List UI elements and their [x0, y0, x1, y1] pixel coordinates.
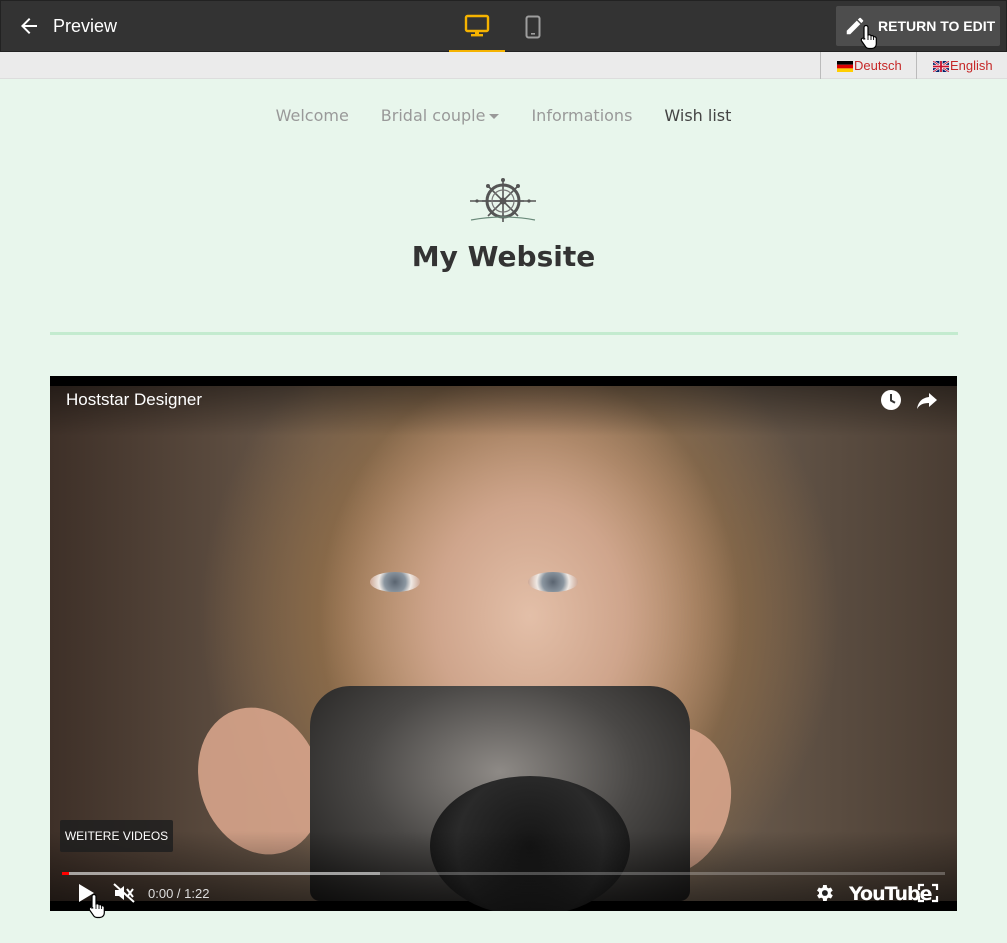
nav-item-welcome[interactable]: Welcome: [260, 106, 365, 125]
progress-loaded: [62, 872, 380, 875]
video-eye: [528, 572, 578, 592]
language-bar: Deutsch English: [0, 52, 1007, 79]
language-link-english[interactable]: English: [916, 52, 1007, 79]
return-to-edit-button[interactable]: RETURN TO EDIT: [836, 6, 1000, 46]
german-flag-icon: [837, 60, 853, 72]
site-navigation: Welcome Bridal couple Informations Wish …: [0, 106, 1007, 125]
video-player[interactable]: Hoststar Designer WEITERE VIDEOS 0:00 / …: [50, 376, 957, 911]
progress-played: [62, 872, 70, 875]
video-eye: [370, 572, 420, 592]
ship-wheel-icon: [470, 178, 536, 222]
editor-topbar: Preview RETURN TO EDIT: [0, 0, 1007, 53]
nav-item-bridal-couple[interactable]: Bridal couple: [365, 106, 516, 125]
language-label: English: [950, 58, 993, 73]
uk-flag-icon: [932, 60, 950, 73]
preview-title: Preview: [53, 16, 118, 36]
smartphone-icon: [525, 15, 541, 39]
more-videos-button[interactable]: WEITERE VIDEOS: [60, 820, 173, 852]
video-time: 0:00 / 1:22: [148, 886, 210, 901]
site-title: My Website: [411, 240, 596, 273]
play-icon[interactable]: [74, 882, 98, 904]
language-label: Deutsch: [854, 58, 902, 73]
nav-item-informations[interactable]: Informations: [515, 106, 648, 125]
clock-icon[interactable]: [879, 388, 903, 412]
nav-item-label: Bridal couple: [380, 106, 486, 125]
language-link-deutsch[interactable]: Deutsch: [820, 52, 916, 79]
video-title[interactable]: Hoststar Designer: [66, 390, 202, 410]
mobile-view-button[interactable]: [505, 1, 561, 53]
section-divider: [50, 332, 958, 335]
nav-item-wish-list[interactable]: Wish list: [648, 106, 747, 125]
video-frame[interactable]: [50, 386, 957, 911]
fullscreen-icon[interactable]: [916, 882, 940, 904]
caret-down-icon: [489, 114, 500, 119]
volume-muted-icon[interactable]: [112, 882, 136, 904]
gear-icon[interactable]: [812, 882, 836, 904]
pencil-icon: [846, 17, 864, 35]
share-arrow-icon[interactable]: [915, 388, 939, 412]
arrow-left-icon[interactable]: [17, 14, 41, 38]
desktop-view-button[interactable]: [449, 1, 505, 53]
video-progress-bar[interactable]: [62, 872, 945, 875]
desktop-monitor-icon: [464, 14, 490, 36]
return-to-edit-label: RETURN TO EDIT: [878, 18, 996, 34]
